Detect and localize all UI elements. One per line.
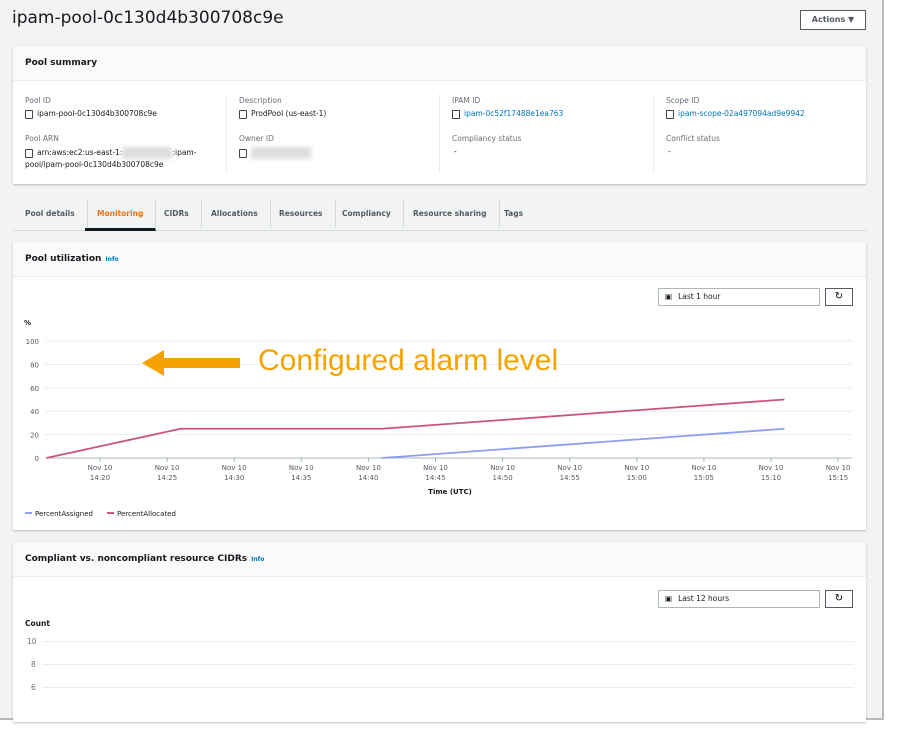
tab-resources[interactable]: Resources bbox=[267, 200, 336, 228]
info-link[interactable]: Info bbox=[105, 256, 118, 263]
owner-id-value bbox=[239, 147, 311, 159]
calendar-icon: ▣ bbox=[665, 594, 673, 603]
copy-icon[interactable] bbox=[239, 109, 247, 119]
y-tick: 6 bbox=[31, 683, 36, 692]
time-range-selector[interactable]: ▣ Last 1 hour bbox=[658, 288, 820, 306]
pool-id: ipam-pool-0c130d4b300708c9e bbox=[37, 109, 157, 118]
time-range-selector[interactable]: ▣ Last 12 hours bbox=[658, 590, 820, 608]
gridline bbox=[43, 687, 854, 688]
refresh-icon: ↻ bbox=[834, 593, 844, 604]
heading-text: Compliant vs. noncompliant resource CIDR… bbox=[25, 554, 248, 564]
y-axis-label: Count bbox=[25, 619, 50, 628]
compliance-heading: Compliant vs. noncompliant resource CIDR… bbox=[13, 542, 866, 577]
pool-id-value: ipam-pool-0c130d4b300708c9e bbox=[25, 109, 157, 119]
pool-arn-label: Pool ARN bbox=[25, 134, 59, 143]
ipam-id-link[interactable]: ipam-0c52f17488e1ea763 bbox=[464, 109, 563, 118]
arn-mid: :ipam- bbox=[172, 148, 197, 157]
divider bbox=[653, 94, 654, 172]
tab-resource-sharing[interactable]: Resource sharing bbox=[401, 200, 500, 228]
tab-bar: Pool details Monitoring CIDRs Allocation… bbox=[13, 200, 866, 231]
divider bbox=[439, 94, 440, 172]
description-label: Description bbox=[239, 96, 282, 105]
refresh-button[interactable]: ↻ bbox=[825, 590, 853, 608]
range-text: Last 12 hours bbox=[678, 594, 730, 603]
page: ipam-pool-0c130d4b300708c9e Actions ▼ Po… bbox=[0, 0, 884, 722]
refresh-icon: ↻ bbox=[834, 291, 844, 302]
scope-id-label: Scope ID bbox=[666, 96, 700, 105]
pool-summary-heading: Pool summary bbox=[13, 46, 866, 81]
info-link[interactable]: Info bbox=[251, 556, 264, 563]
tab-allocations[interactable]: Allocations bbox=[199, 200, 271, 228]
compliancy-value: - bbox=[454, 147, 457, 156]
copy-icon[interactable] bbox=[25, 148, 33, 158]
owner-id-label: Owner ID bbox=[239, 134, 274, 143]
compliance-card: Compliant vs. noncompliant resource CIDR… bbox=[13, 542, 866, 722]
calendar-icon: ▣ bbox=[665, 292, 673, 301]
copy-icon[interactable] bbox=[239, 148, 247, 158]
tab-pool-details[interactable]: Pool details bbox=[13, 200, 88, 228]
heading-text: Pool utilization bbox=[25, 254, 102, 264]
annotation-text: Configured alarm level bbox=[258, 344, 559, 377]
scope-id-link[interactable]: ipam-scope-02a497094ad9e9942 bbox=[678, 109, 805, 118]
divider bbox=[226, 94, 227, 172]
redacted bbox=[122, 147, 173, 159]
description-value: ProdPool (us-east-1) bbox=[239, 109, 326, 119]
copy-icon[interactable] bbox=[452, 109, 460, 119]
tab-monitoring[interactable]: Monitoring bbox=[85, 200, 157, 231]
scope-id-value[interactable]: ipam-scope-02a497094ad9e9942 bbox=[666, 109, 805, 119]
copy-icon[interactable] bbox=[25, 109, 33, 119]
arn-prefix: arn:aws:ec2:us-east-1: bbox=[37, 148, 123, 157]
tab-compliancy[interactable]: Compliancy bbox=[330, 200, 404, 228]
annotation-arrow bbox=[142, 350, 242, 376]
tab-tags[interactable]: Tags bbox=[492, 200, 535, 228]
refresh-button[interactable]: ↻ bbox=[825, 288, 853, 306]
description: ProdPool (us-east-1) bbox=[251, 109, 327, 118]
actions-button[interactable]: Actions ▼ bbox=[800, 10, 866, 30]
page-title: ipam-pool-0c130d4b300708c9e bbox=[12, 8, 284, 28]
gridline bbox=[43, 641, 854, 642]
conflict-label: Conflict status bbox=[666, 134, 720, 143]
copy-icon[interactable] bbox=[666, 109, 674, 119]
gridline bbox=[43, 664, 854, 665]
compliancy-label: Compliancy status bbox=[452, 134, 522, 143]
tab-cidrs[interactable]: CIDRs bbox=[152, 200, 202, 228]
ipam-id-value[interactable]: ipam-0c52f17488e1ea763 bbox=[452, 109, 563, 119]
pool-utilization-heading: Pool utilization Info bbox=[13, 242, 866, 277]
conflict-value: - bbox=[668, 147, 671, 156]
range-text: Last 1 hour bbox=[678, 292, 721, 301]
arrow-left-icon bbox=[142, 350, 240, 376]
y-tick: 8 bbox=[31, 660, 36, 669]
y-tick: 10 bbox=[27, 637, 37, 646]
pool-summary-card: Pool summary Pool ID ipam-pool-0c130d4b3… bbox=[13, 46, 866, 184]
pool-arn-value: arn:aws:ec2:us-east-1: :ipam-pool/ipam-po… bbox=[25, 147, 215, 171]
ipam-id-label: IPAM ID bbox=[452, 96, 481, 105]
arn-suffix: pool/ipam-pool-0c130d4b300708c9e bbox=[25, 160, 164, 169]
pool-id-label: Pool ID bbox=[25, 96, 51, 105]
pool-utilization-card: Pool utilization Info ▣ Last 1 hour ↻ bbox=[13, 242, 866, 530]
redacted bbox=[251, 147, 311, 159]
